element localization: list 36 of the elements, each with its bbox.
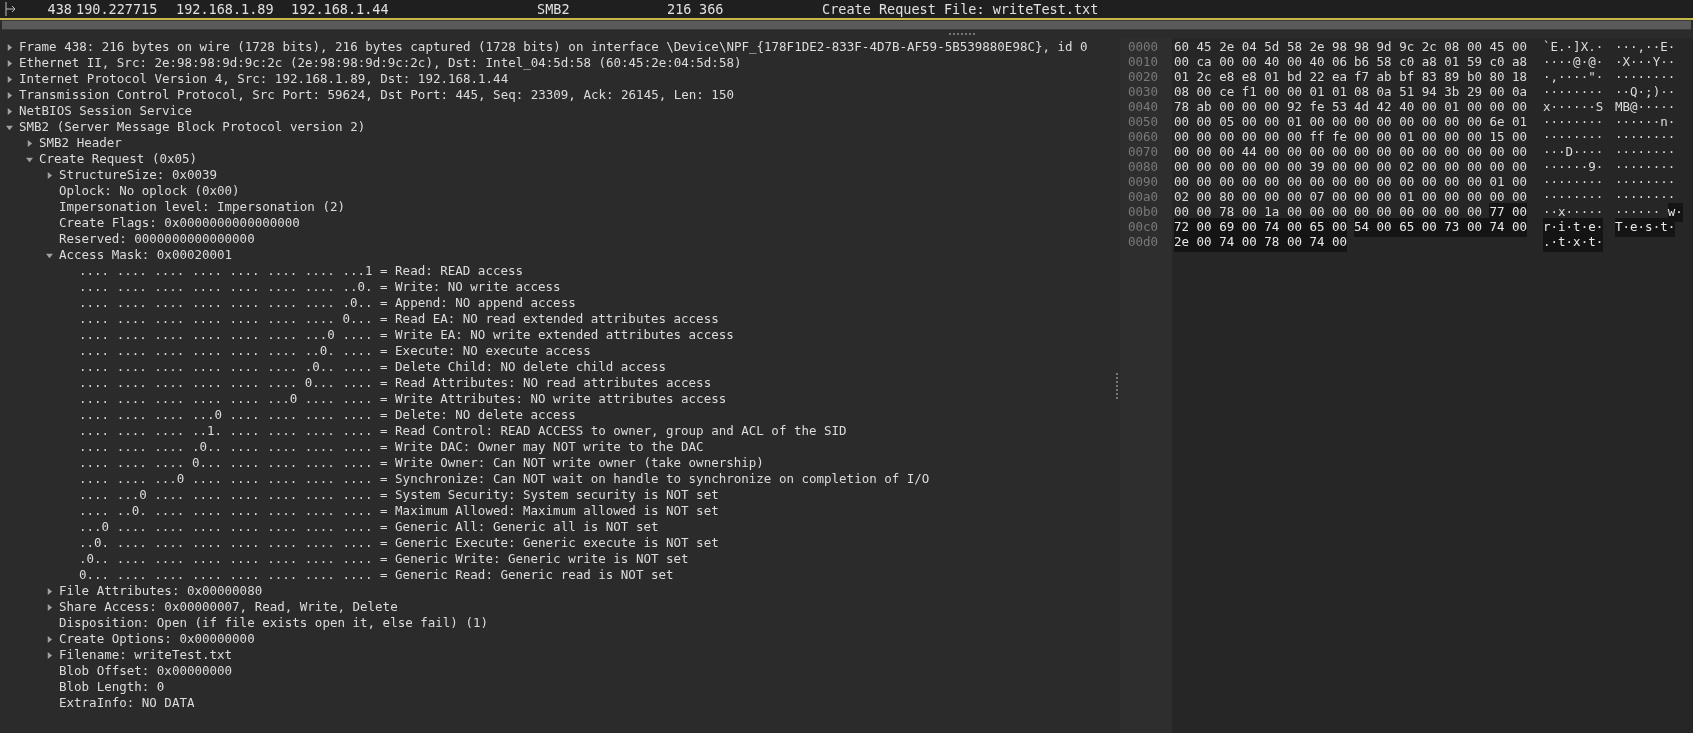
packet-cell-text: Create Request File: writeTest.txt (822, 0, 1100, 19)
hex-bytes: 01 2c e8 e8 01 bd 22 ea (1174, 68, 1348, 86)
related-packet-icon (2, 2, 16, 16)
hex-bytes: 54 00 65 00 73 00 74 00 (1354, 218, 1528, 237)
hex-bytes: 98 9d 9c 2c 08 00 45 00 (1354, 38, 1528, 56)
hex-bytes: 08 00 ce f1 00 00 01 01 (1174, 83, 1348, 101)
hex-bytes: f7 ab bf 83 89 b0 80 18 (1354, 68, 1528, 86)
collapse-arrow-icon[interactable] (26, 155, 33, 163)
expand-arrow-icon[interactable] (26, 139, 33, 147)
expand-arrow-icon[interactable] (6, 75, 13, 83)
packet-cell-text: 192.168.1.44 (291, 0, 390, 19)
packet-cell-text: 216 (667, 0, 693, 19)
expand-arrow-icon[interactable] (46, 635, 53, 643)
expand-arrow-icon[interactable] (46, 587, 53, 595)
expand-arrow-icon[interactable] (6, 59, 13, 67)
packet-row[interactable]: 438 190.227715 192.168.1.89 192.168.1.44 SMB2 216 366 Create Request File: writeTest.txt (0, 0, 1693, 20)
splitter-handle-icon[interactable] (1116, 372, 1118, 399)
hex-bytes: b6 58 c0 a8 01 59 c0 a8 (1354, 53, 1528, 71)
offset-label: 00d0 (1128, 233, 1159, 252)
expand-arrow-icon[interactable] (46, 651, 53, 659)
packet-cell-text: 192.168.1.89 (176, 0, 275, 19)
expand-arrow-icon[interactable] (6, 43, 13, 51)
expand-arrow-icon[interactable] (6, 91, 13, 99)
packet-cell-text: SMB2 (537, 0, 571, 19)
packet-cell-text: 190.227715 (76, 0, 159, 19)
packet-cell-text: 438 (46, 0, 73, 19)
collapse-arrow-icon[interactable] (46, 251, 53, 259)
expand-arrow-icon[interactable] (46, 603, 53, 611)
horizontal-scrollbar[interactable] (2, 20, 1691, 30)
collapse-arrow-icon[interactable] (6, 123, 13, 131)
packet-cell-text: 366 (699, 0, 725, 19)
splitter-handle-icon[interactable] (948, 32, 975, 36)
expand-arrow-icon[interactable] (46, 171, 53, 179)
ascii-text: T·e·s·t· (1615, 218, 1676, 237)
expand-arrow-icon[interactable] (6, 107, 13, 115)
hex-bytes: 08 0a 51 94 3b 29 00 0a (1354, 83, 1528, 101)
